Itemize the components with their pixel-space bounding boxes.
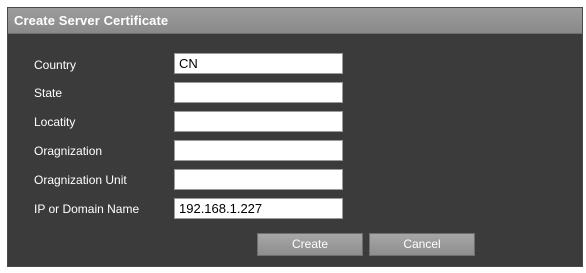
organization-unit-input[interactable] <box>174 169 343 190</box>
ip-domain-label: IP or Domain Name <box>34 202 140 216</box>
state-label: State <box>34 86 63 100</box>
organization-label: Oragnization <box>34 144 103 158</box>
locality-label: Locatity <box>34 115 76 129</box>
state-input[interactable] <box>174 82 343 103</box>
country-input[interactable] <box>174 53 343 74</box>
dialog-title: Create Server Certificate <box>14 13 169 28</box>
ip-domain-input[interactable] <box>174 198 343 219</box>
country-label: Country <box>34 58 77 72</box>
locality-input[interactable] <box>174 111 343 132</box>
create-server-certificate-dialog: Create Server Certificate Country State … <box>7 7 583 267</box>
organization-input[interactable] <box>174 140 343 161</box>
cancel-button[interactable]: Cancel <box>369 233 475 256</box>
dialog-titlebar[interactable]: Create Server Certificate <box>8 8 582 34</box>
organization-unit-label: Oragnization Unit <box>34 173 127 187</box>
create-button[interactable]: Create <box>257 233 363 256</box>
